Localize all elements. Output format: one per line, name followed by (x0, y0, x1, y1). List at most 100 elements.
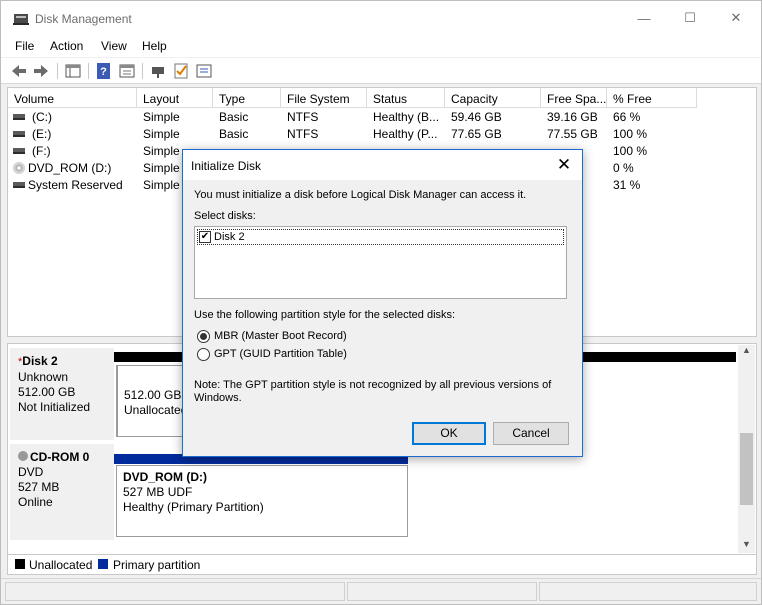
menu-file[interactable]: File (15, 39, 34, 53)
disk-management-window: Disk Management — ☐ ✕ File Action View H… (0, 0, 762, 605)
partition-status: Healthy (Primary Partition) (123, 500, 264, 514)
disk-name: CD-ROM 0 (30, 450, 90, 464)
column-header-type[interactable]: Type (213, 88, 281, 108)
layout-cell: Simple (143, 161, 180, 175)
percent-free-cell: 100 % (613, 127, 648, 141)
capacity-cell: 77.65 GB (451, 127, 502, 141)
ok-button[interactable]: OK (412, 422, 486, 445)
drive-icon (13, 114, 25, 120)
file-system-cell: NTFS (287, 110, 319, 124)
connect-icon[interactable] (149, 62, 167, 80)
gpt-label[interactable]: GPT (GUID Partition Table) (214, 348, 347, 360)
close-window-button[interactable]: ✕ (713, 1, 759, 35)
help-icon[interactable]: ? (95, 62, 113, 80)
status-segment (539, 582, 757, 601)
console-icon[interactable] (195, 62, 213, 80)
free-space-cell: 39.16 GB (547, 110, 598, 124)
percent-free-cell: 100 % (613, 144, 648, 158)
type-cell: Basic (219, 127, 249, 141)
volume-name: (C:) (32, 110, 52, 124)
dialog-intro-text: You must initialize a disk before Logica… (194, 189, 527, 201)
disk-size: 512.00 GB (18, 385, 76, 399)
mbr-label[interactable]: MBR (Master Boot Record) (214, 330, 347, 342)
drive-icon (13, 182, 25, 188)
column-header-volume[interactable]: Volume (8, 88, 137, 108)
layout-cell: Simple (143, 144, 180, 158)
column-header-file-system[interactable]: File System (281, 88, 367, 108)
percent-free-cell: 0 % (613, 161, 634, 175)
maximize-button[interactable]: ☐ (667, 1, 713, 35)
column-header-free-space[interactable]: Free Spa... (541, 88, 607, 108)
status-segment (5, 582, 345, 601)
disk-state: Online (18, 495, 53, 509)
minimize-icon: — (637, 10, 651, 26)
status-segment (347, 582, 537, 601)
menu-view[interactable]: View (101, 39, 127, 53)
menu-help[interactable]: Help (142, 39, 167, 53)
cd-rom-icon (18, 451, 28, 461)
percent-free-cell: 31 % (613, 178, 641, 192)
legend-bar: Unallocated Primary partition (7, 555, 757, 575)
column-header-layout[interactable]: Layout (137, 88, 213, 108)
close-icon: ✕ (730, 10, 742, 25)
dialog-close-button[interactable]: ✕ (549, 153, 579, 177)
disk-list-icon[interactable] (64, 62, 82, 80)
column-header-percent-free[interactable]: % Free (607, 88, 697, 108)
select-disks-label: Select disks: (194, 210, 256, 222)
cdrom-0-label[interactable]: CD-ROM 0 DVD 527 MB Online (10, 444, 114, 540)
check-icon[interactable] (172, 62, 190, 80)
column-header-capacity[interactable]: Capacity (445, 88, 541, 108)
percent-free-cell: 66 % (613, 110, 641, 124)
disk-checkbox[interactable]: ✔ (199, 231, 211, 243)
dvd-rom-partition[interactable]: DVD_ROM (D:) 527 MB UDF Healthy (Primary… (116, 465, 408, 537)
gpt-radio[interactable] (197, 348, 210, 361)
layout-cell: Simple (143, 110, 180, 124)
column-header-status[interactable]: Status (367, 88, 445, 108)
disk-2-label[interactable]: *Disk 2 Unknown 512.00 GB Not Initialize… (10, 348, 114, 440)
dvd-drive-icon (13, 162, 25, 174)
menu-action[interactable]: Action (50, 39, 83, 53)
toolbar-separator (142, 63, 143, 79)
partition-fs: 527 MB UDF (123, 485, 193, 499)
title-bar: Disk Management — ☐ ✕ (1, 1, 761, 35)
layout-cell: Simple (143, 178, 180, 192)
properties-icon[interactable] (118, 62, 136, 80)
gpt-note: Note: The GPT partition style is not rec… (194, 379, 552, 404)
unallocated-swatch (15, 559, 25, 569)
status-bar (1, 578, 761, 604)
drive-icon (13, 131, 25, 137)
forward-arrow-icon[interactable] (32, 62, 50, 80)
close-icon: ✕ (556, 155, 572, 174)
svg-text:?: ? (100, 66, 107, 78)
mbr-radio[interactable] (197, 330, 210, 343)
drive-icon (13, 148, 25, 154)
menu-bar: File Action View Help (1, 35, 761, 57)
primary-partition-swatch (98, 559, 108, 569)
status-cell: Healthy (P... (373, 127, 438, 141)
partition-style-label: Use the following partition style for th… (194, 309, 456, 321)
cancel-button[interactable]: Cancel (493, 422, 569, 445)
scrollbar-thumb[interactable] (740, 433, 753, 505)
vertical-scrollbar[interactable]: ▲ ▼ (738, 345, 755, 553)
table-row[interactable]: (C:) Simple Basic NTFS Healthy (B... 59.… (8, 109, 756, 126)
disk-selection-list[interactable]: ✔ Disk 2 (194, 226, 567, 299)
table-row[interactable]: (E:) Simple Basic NTFS Healthy (P... 77.… (8, 126, 756, 143)
minimize-button[interactable]: — (621, 1, 667, 35)
free-space-cell: 77.55 GB (547, 127, 598, 141)
legend-unallocated: Unallocated (29, 558, 93, 572)
toolbar: ? (1, 58, 761, 84)
toolbar-separator (57, 63, 58, 79)
legend-primary: Primary partition (113, 558, 201, 572)
scroll-down-icon[interactable]: ▼ (738, 539, 755, 553)
back-arrow-icon[interactable] (10, 62, 28, 80)
disk-type: DVD (18, 465, 44, 479)
disk-type: Unknown (18, 370, 69, 384)
dialog-title-bar: Initialize Disk ✕ (183, 150, 582, 180)
volume-name: DVD_ROM (D:) (28, 161, 112, 175)
capacity-cell: 59.46 GB (451, 110, 502, 124)
volume-name: System Reserved (28, 178, 123, 192)
list-item[interactable]: ✔ Disk 2 (197, 229, 564, 245)
type-cell: Basic (219, 110, 249, 124)
dialog-title: Initialize Disk (191, 159, 262, 173)
scroll-up-icon[interactable]: ▲ (738, 345, 755, 359)
